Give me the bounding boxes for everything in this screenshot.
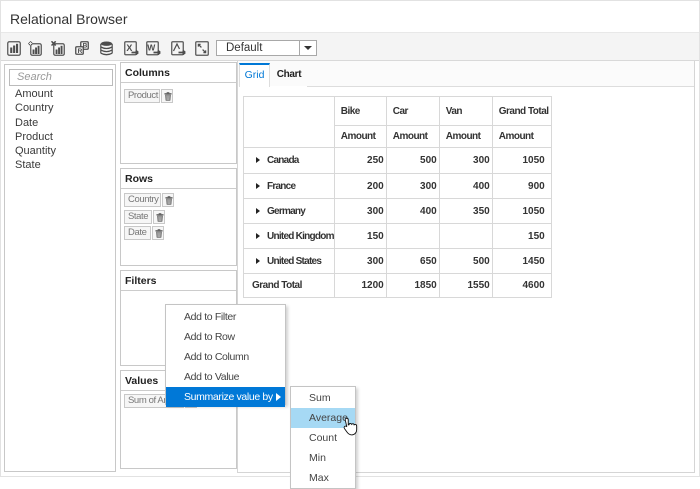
svg-text:W: W: [147, 43, 156, 53]
svg-text:R: R: [78, 48, 83, 55]
svg-text:X: X: [126, 43, 132, 53]
